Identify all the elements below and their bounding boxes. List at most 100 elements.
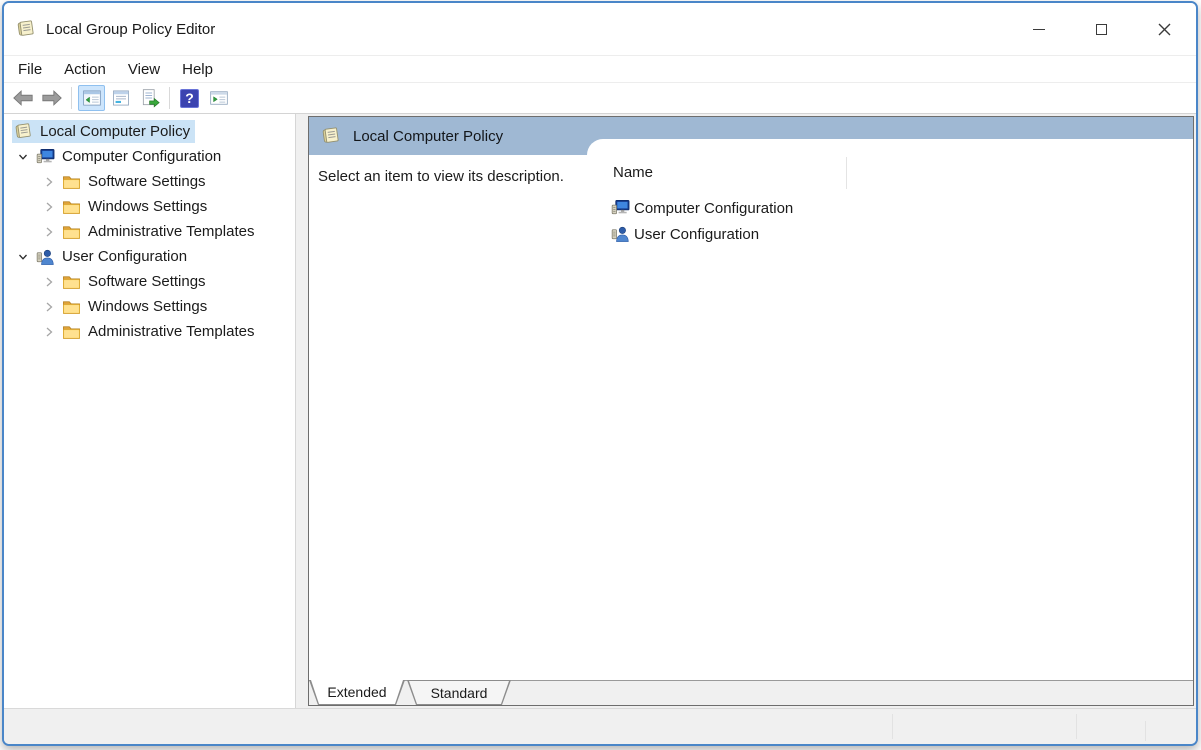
export-list-icon <box>140 88 160 108</box>
tree-item-label: Windows Settings <box>88 198 207 215</box>
chevron-right-icon[interactable] <box>38 326 60 338</box>
toolbar: ? <box>4 82 1196 114</box>
back-button[interactable] <box>9 85 36 111</box>
user-icon <box>611 225 631 243</box>
gpo-scroll-icon <box>16 19 36 39</box>
tree-item-body: Administrative Templates <box>60 321 259 342</box>
properties-button[interactable] <box>107 85 134 111</box>
tree-item-user-configuration[interactable]: User Configuration <box>4 244 295 269</box>
new-window-icon <box>209 88 229 108</box>
tree-item-body: User Configuration <box>34 246 192 268</box>
tree-item-computer-configuration[interactable]: Computer Configuration <box>4 144 295 169</box>
menu-file[interactable]: File <box>7 56 53 82</box>
console-tree-panel: Local Computer Policy Computer Configura… <box>4 114 296 708</box>
close-button[interactable] <box>1133 3 1196 55</box>
column-separator[interactable] <box>846 157 847 189</box>
tree-selection-highlight: Local Computer Policy <box>12 120 195 143</box>
window-title: Local Group Policy Editor <box>46 21 215 38</box>
chevron-right-icon[interactable] <box>38 276 60 288</box>
tab-extended[interactable]: Extended <box>309 680 405 705</box>
chevron-down-icon[interactable] <box>12 152 34 162</box>
folder-icon <box>62 199 82 215</box>
forward-button[interactable] <box>38 85 65 111</box>
tree-item-administrative-templates-user[interactable]: Administrative Templates <box>4 319 295 344</box>
chevron-right-icon[interactable] <box>38 301 60 313</box>
tree-item-software-settings-computer[interactable]: Software Settings <box>4 169 295 194</box>
tree-item-label: Windows Settings <box>88 298 207 315</box>
folder-icon <box>62 324 82 340</box>
title-bar: Local Group Policy Editor <box>4 3 1196 55</box>
chevron-right-icon[interactable] <box>38 226 60 238</box>
tab-label: Standard <box>407 681 511 704</box>
tree-item-windows-settings-user[interactable]: Windows Settings <box>4 294 295 319</box>
tree-item-administrative-templates-computer[interactable]: Administrative Templates <box>4 219 295 244</box>
maximize-button[interactable] <box>1070 3 1133 55</box>
chevron-right-icon[interactable] <box>38 201 60 213</box>
back-arrow-icon <box>12 89 34 107</box>
computer-icon <box>36 148 56 166</box>
gpo-scroll-icon <box>321 126 341 146</box>
tree-item-software-settings-user[interactable]: Software Settings <box>4 269 295 294</box>
view-tab-strip: Extended Standard <box>309 680 1193 705</box>
toolbar-separator <box>169 87 170 109</box>
user-icon <box>36 248 56 266</box>
status-separator <box>892 714 893 739</box>
minimize-icon <box>1033 29 1045 30</box>
resize-grip[interactable] <box>1145 721 1146 741</box>
minimize-button[interactable] <box>1007 3 1070 55</box>
chevron-right-icon[interactable] <box>38 176 60 188</box>
list-item-computer-configuration[interactable]: Computer Configuration <box>587 195 1193 221</box>
local-group-policy-editor-window: Local Group Policy Editor File Action Vi… <box>2 1 1198 746</box>
computer-icon <box>611 199 631 217</box>
folder-icon <box>62 274 82 290</box>
menu-bar: File Action View Help <box>4 55 1196 82</box>
tab-standard[interactable]: Standard <box>407 680 511 705</box>
results-content: Select an item to view its description. … <box>309 155 1193 680</box>
menu-action[interactable]: Action <box>53 56 117 82</box>
tree-item-label: Administrative Templates <box>88 323 254 340</box>
header-curve <box>587 139 1193 155</box>
list-item-label: Computer Configuration <box>634 200 793 217</box>
list-item-user-configuration[interactable]: User Configuration <box>587 221 1193 247</box>
results-panel-header: Local Computer Policy <box>309 117 1193 155</box>
tree-item-label: Software Settings <box>88 173 206 190</box>
list-column-header-row: Name <box>587 155 1193 189</box>
maximize-icon <box>1096 24 1107 35</box>
tree-item-body: Software Settings <box>60 171 211 192</box>
folder-icon <box>62 174 82 190</box>
properties-icon <box>111 88 131 108</box>
tab-label: Extended <box>309 680 405 704</box>
tree-item-local-computer-policy[interactable]: Local Computer Policy <box>4 119 295 144</box>
status-separator <box>1076 714 1077 739</box>
show-new-window-button[interactable] <box>205 85 232 111</box>
help-button[interactable]: ? <box>176 85 203 111</box>
show-console-tree-button[interactable] <box>78 85 105 111</box>
tree-item-label: Computer Configuration <box>62 148 221 165</box>
forward-arrow-icon <box>41 89 63 107</box>
status-bar <box>4 708 1196 744</box>
tree-item-body: Administrative Templates <box>60 221 259 242</box>
column-header-name[interactable]: Name <box>587 164 653 181</box>
folder-icon <box>62 299 82 315</box>
panel-gap <box>296 114 308 708</box>
help-icon: ? <box>180 89 199 108</box>
tree-item-body: Windows Settings <box>60 296 212 317</box>
list-item-label: User Configuration <box>634 226 759 243</box>
console-tree-icon <box>82 88 102 108</box>
tree-item-label: Software Settings <box>88 273 206 290</box>
toolbar-separator <box>71 87 72 109</box>
results-panel: Local Computer Policy Select an item to … <box>308 116 1194 706</box>
gpo-scroll-icon <box>14 122 34 141</box>
main-area: Local Computer Policy Computer Configura… <box>4 114 1196 708</box>
chevron-down-icon[interactable] <box>12 252 34 262</box>
tree-item-windows-settings-computer[interactable]: Windows Settings <box>4 194 295 219</box>
menu-help[interactable]: Help <box>171 56 224 82</box>
window-controls <box>1007 3 1196 55</box>
results-panel-title: Local Computer Policy <box>353 128 503 145</box>
menu-view[interactable]: View <box>117 56 171 82</box>
tree-item-label: Local Computer Policy <box>40 123 190 140</box>
export-list-button[interactable] <box>136 85 163 111</box>
folder-icon <box>62 224 82 240</box>
tree-item-body: Windows Settings <box>60 196 212 217</box>
description-text: Select an item to view its description. <box>318 168 564 185</box>
